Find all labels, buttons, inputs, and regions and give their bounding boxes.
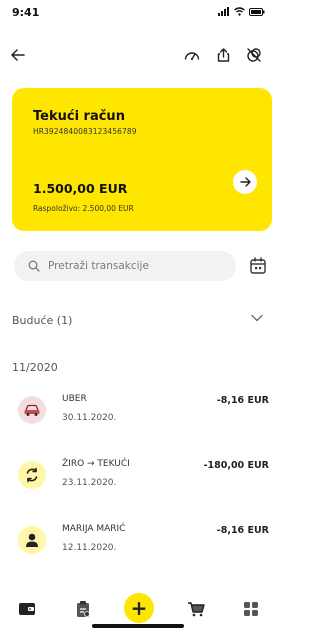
transaction-row[interactable]: ŽIRO → TEKUĆI 23.11.2020. -180,00 EUR (0, 455, 275, 515)
no-money-button[interactable] (242, 43, 266, 67)
search-placeholder: Pretraži transakcije (48, 260, 149, 272)
search-input[interactable]: Pretraži transakcije (14, 251, 236, 281)
battery-icon (249, 7, 265, 16)
nav-shop[interactable] (183, 596, 209, 622)
status-bar: 9:41 (0, 0, 275, 26)
transaction-date: 30.11.2020. (62, 413, 117, 423)
grid-icon (244, 602, 258, 616)
month-header: 11/2020 (12, 361, 58, 374)
calendar-button[interactable] (246, 254, 270, 278)
transaction-row[interactable]: UBER 30.11.2020. -8,16 EUR (0, 390, 275, 450)
account-available: Raspoloživo: 2.500,00 EUR (33, 204, 134, 213)
clipboard-icon (77, 601, 90, 617)
transaction-amount: -180,00 EUR (203, 460, 269, 471)
status-icons (218, 7, 265, 16)
top-bar (0, 40, 275, 70)
nav-wallet[interactable] (14, 596, 40, 622)
status-time: 9:41 (12, 6, 40, 19)
account-iban: HR3924840083123456789 (33, 127, 137, 136)
speedometer-icon (184, 52, 200, 61)
person-icon (26, 533, 38, 547)
transaction-icon (18, 396, 46, 424)
transfer-icon (26, 467, 38, 483)
transaction-amount: -8,16 EUR (216, 525, 269, 536)
transaction-name: UBER (62, 394, 87, 404)
add-icon: + (130, 596, 148, 620)
signal-icon (218, 7, 229, 16)
arrow-right-icon (239, 177, 251, 187)
transaction-name: MARIJA MARIĆ (62, 524, 126, 534)
account-balance: 1.500,00 EUR (33, 181, 128, 196)
no-money-icon (247, 48, 261, 62)
transaction-date: 12.11.2020. (62, 543, 117, 553)
back-button[interactable] (6, 43, 30, 67)
account-card[interactable]: Tekući račun HR3924840083123456789 1.500… (12, 88, 272, 231)
future-label: Buduće (1) (12, 314, 73, 327)
calendar-icon (250, 257, 266, 274)
share-button[interactable] (211, 43, 235, 67)
future-transactions-toggle[interactable]: Buduće (1) (0, 300, 275, 340)
transaction-name: ŽIRO → TEKUĆI (62, 459, 130, 469)
transaction-amount: -8,16 EUR (216, 395, 269, 406)
chevron-down-icon (251, 314, 263, 322)
car-icon (24, 404, 40, 416)
transaction-icon (18, 526, 46, 554)
nav-more[interactable] (238, 596, 264, 622)
transaction-date: 23.11.2020. (62, 478, 117, 488)
cart-icon (188, 602, 205, 617)
account-open-button[interactable] (233, 170, 257, 194)
add-button[interactable]: + (124, 593, 154, 623)
wifi-icon (234, 7, 245, 16)
share-icon (217, 48, 229, 62)
account-title: Tekući račun (33, 109, 125, 124)
limits-button[interactable] (180, 43, 204, 67)
transaction-row[interactable]: MARIJA MARIĆ 12.11.2020. -8,16 EUR (0, 520, 275, 580)
nav-payments[interactable] (70, 596, 96, 622)
wallet-icon (19, 603, 35, 615)
home-indicator (92, 624, 184, 628)
transaction-icon (18, 461, 46, 489)
search-icon (28, 260, 40, 272)
arrow-left-icon (11, 49, 25, 61)
